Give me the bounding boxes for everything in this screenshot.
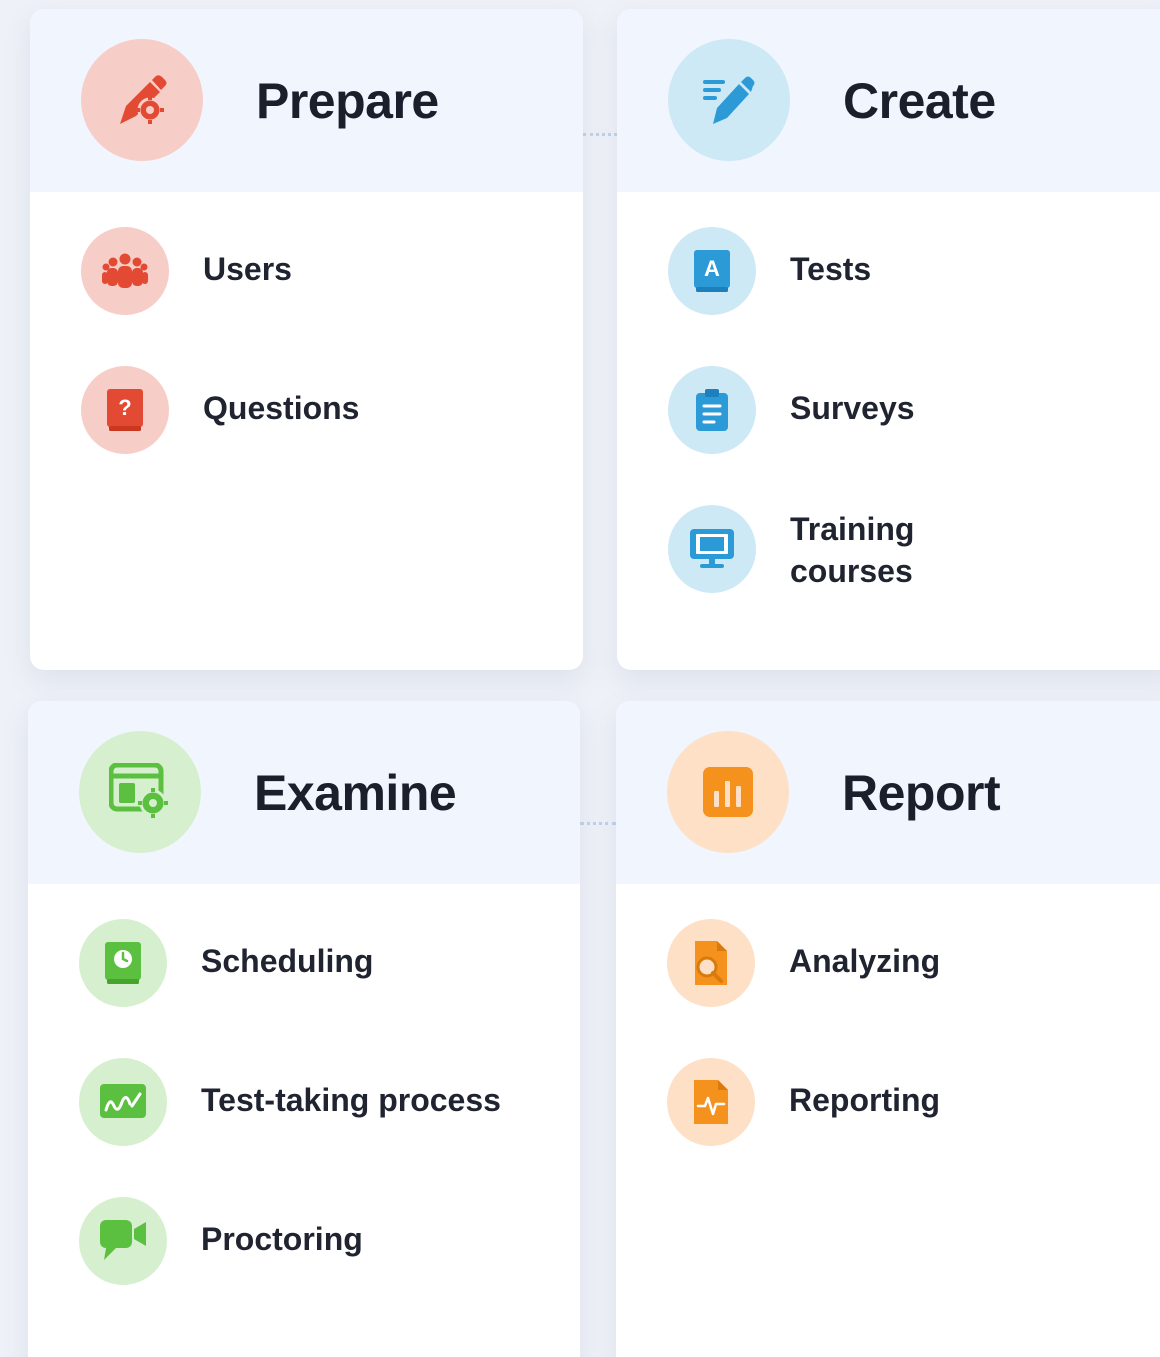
create-item-tests[interactable]: A Tests <box>668 227 1157 315</box>
pencil-icon <box>699 70 759 130</box>
examine-item-scheduling[interactable]: Scheduling <box>79 919 560 1007</box>
proctoring-icon-badge <box>79 1197 167 1285</box>
test-taking-process-label: Test-taking process <box>201 1082 501 1118</box>
training-courses-label: Training courses <box>790 511 915 589</box>
create-card: Create A Tests Surveys Training courses <box>617 9 1160 670</box>
tests-label: Tests <box>790 251 872 287</box>
examine-title: Examine <box>254 765 457 821</box>
surveys-icon-badge <box>668 366 756 454</box>
connector-examine-report <box>580 822 616 825</box>
report-card-header: Report <box>616 701 1160 884</box>
examine-item-proctoring[interactable]: Proctoring <box>79 1197 560 1285</box>
browser-gear-icon <box>109 763 171 821</box>
surveys-label: Surveys <box>790 390 915 426</box>
analyzing-icon-badge <box>667 919 755 1007</box>
report-item-analyzing[interactable]: Analyzing <box>667 919 1156 1007</box>
connector-prepare-create <box>583 133 617 136</box>
report-item-reporting[interactable]: Reporting <box>667 1058 1156 1146</box>
users-label: Users <box>203 251 292 287</box>
document-pulse-icon <box>692 1080 730 1124</box>
prepare-card: Prepare Users ? Questions <box>30 9 583 670</box>
clipboard-icon <box>694 389 730 431</box>
clock-book-icon <box>105 942 141 984</box>
monitor-icon <box>690 529 734 569</box>
pen-gear-icon <box>112 70 172 130</box>
svg-text:?: ? <box>118 395 131 420</box>
users-icon-badge <box>81 227 169 315</box>
test-book-icon: A <box>694 250 730 292</box>
questions-label: Questions <box>203 390 360 426</box>
prepare-card-header: Prepare <box>30 9 583 192</box>
questions-icon-badge: ? <box>81 366 169 454</box>
workflow-canvas: Prepare Users ? Questions Create A Tests… <box>0 0 1160 1357</box>
scheduling-label: Scheduling <box>201 943 374 979</box>
test-taking-process-icon-badge <box>79 1058 167 1146</box>
prepare-item-users[interactable]: Users <box>81 227 563 315</box>
examine-card-header: Examine <box>28 701 580 884</box>
prepare-header-badge <box>81 39 203 161</box>
scheduling-icon-badge <box>79 919 167 1007</box>
video-chat-icon <box>100 1220 146 1262</box>
reporting-icon-badge <box>667 1058 755 1146</box>
create-header-badge <box>668 39 790 161</box>
users-group-icon <box>102 251 148 291</box>
prepare-title: Prepare <box>256 73 439 129</box>
examine-item-test-taking-process[interactable]: Test-taking process <box>79 1058 560 1146</box>
svg-text:A: A <box>704 256 720 281</box>
prepare-item-questions[interactable]: ? Questions <box>81 366 563 454</box>
report-card: Report Analyzing Reporting <box>616 701 1160 1357</box>
question-book-icon: ? <box>107 389 143 431</box>
tests-icon-badge: A <box>668 227 756 315</box>
signature-board-icon <box>100 1084 146 1120</box>
training-courses-icon-badge <box>668 505 756 593</box>
create-item-surveys[interactable]: Surveys <box>668 366 1157 454</box>
create-title: Create <box>843 73 996 129</box>
report-header-badge <box>667 731 789 853</box>
report-title: Report <box>842 765 1001 821</box>
create-item-training-courses[interactable]: Training courses <box>668 505 1157 593</box>
create-card-header: Create <box>617 9 1160 192</box>
proctoring-label: Proctoring <box>201 1221 363 1257</box>
analyzing-label: Analyzing <box>789 943 941 979</box>
reporting-label: Reporting <box>789 1082 941 1118</box>
document-search-icon <box>691 941 731 985</box>
bar-chart-icon <box>703 767 753 817</box>
examine-card: Examine Scheduling Test-taking process P… <box>28 701 580 1357</box>
examine-header-badge <box>79 731 201 853</box>
